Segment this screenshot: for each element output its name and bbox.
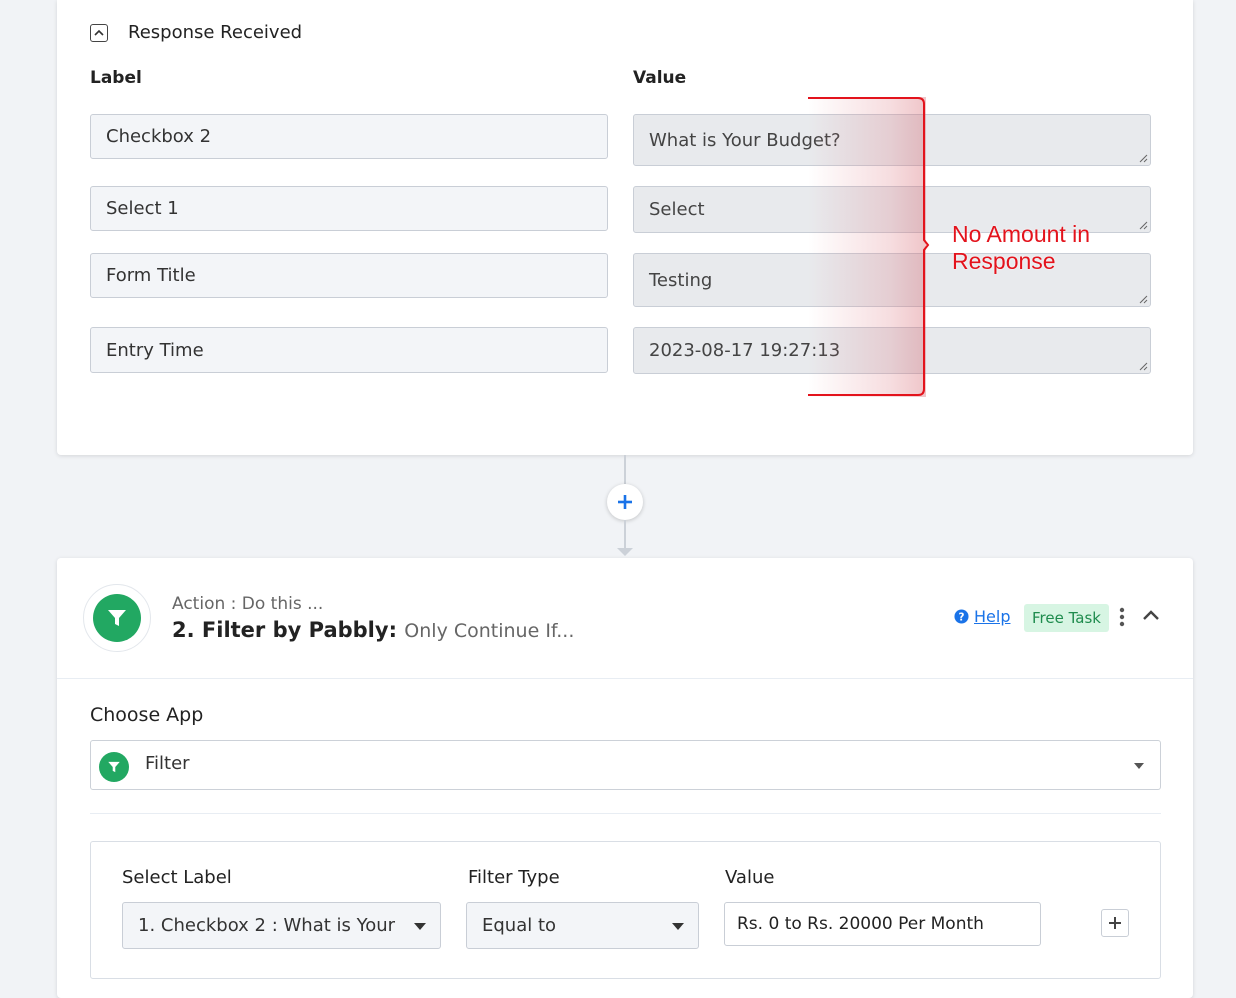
section-divider	[90, 813, 1161, 814]
action-title: 2. Filter by Pabbly: Only Continue If...	[172, 618, 574, 642]
app-icon	[83, 584, 151, 652]
annotation-line: Response	[952, 248, 1056, 274]
value-column-header: Value	[633, 68, 687, 88]
chevron-up-icon	[94, 29, 104, 36]
label-field[interactable]: Select 1	[90, 186, 608, 231]
svg-text:?: ?	[959, 611, 965, 623]
filter-type-header: Filter Type	[468, 867, 560, 888]
collapse-toggle[interactable]	[90, 23, 108, 42]
app-select-icon	[99, 752, 129, 782]
resize-grip-icon[interactable]	[1139, 221, 1148, 230]
response-title: Response Received	[128, 22, 303, 43]
filter-icon	[108, 610, 126, 626]
choose-app-select[interactable]: Filter	[90, 740, 1161, 790]
free-task-badge: Free Task	[1024, 604, 1109, 632]
more-options-icon[interactable]	[1117, 607, 1127, 627]
plus-icon	[1109, 917, 1121, 929]
filter-icon	[108, 761, 120, 773]
connector-line	[624, 455, 626, 484]
action-card: Action : Do this ... 2. Filter by Pabbly…	[57, 558, 1193, 998]
filter-type-value: Equal to	[482, 915, 557, 936]
label-column-header: Label	[90, 68, 142, 88]
action-title-main: 2. Filter by Pabbly:	[172, 618, 397, 642]
label-field[interactable]: Entry Time	[90, 327, 608, 373]
response-header: Response Received	[90, 22, 302, 43]
add-step-button[interactable]	[607, 484, 643, 520]
annotation-line: No Amount in	[952, 221, 1091, 247]
annotation-text: No Amount in Response	[952, 221, 1090, 275]
label-field[interactable]: Checkbox 2	[90, 114, 608, 159]
add-condition-button[interactable]	[1101, 909, 1129, 937]
action-subtitle: Action : Do this ...	[172, 594, 324, 614]
value-text: Select	[649, 199, 705, 220]
header-divider	[57, 678, 1193, 679]
select-label-header: Select Label	[122, 867, 232, 888]
plus-icon	[618, 495, 632, 509]
choose-app-label: Choose App	[90, 704, 204, 726]
dropdown-caret-icon	[1134, 763, 1144, 769]
help-icon: ?	[954, 609, 969, 624]
connector-arrow	[617, 548, 633, 556]
resize-grip-icon[interactable]	[1139, 362, 1148, 371]
help-label[interactable]: Help	[974, 607, 1010, 626]
dropdown-caret-icon	[414, 923, 426, 930]
resize-grip-icon[interactable]	[1139, 295, 1148, 304]
collapse-chevron-icon[interactable]	[1142, 609, 1160, 621]
value-header: Value	[725, 867, 775, 888]
filter-value-input[interactable]: Rs. 0 to Rs. 20000 Per Month	[724, 902, 1041, 946]
action-title-detail: Only Continue If...	[404, 620, 575, 642]
annotation-brace	[808, 97, 930, 396]
filter-type-dropdown[interactable]: Equal to	[466, 902, 699, 949]
help-link[interactable]: ? Help	[954, 607, 1010, 626]
dropdown-caret-icon	[672, 923, 684, 930]
select-label-dropdown[interactable]: 1. Checkbox 2 : What is Your Bud	[122, 902, 441, 949]
resize-grip-icon[interactable]	[1139, 154, 1148, 163]
connector-line	[624, 520, 626, 550]
value-text: Testing	[649, 269, 713, 291]
filter-condition-box: Select Label Filter Type Value 1. Checkb…	[90, 841, 1161, 979]
select-label-value: 1. Checkbox 2 : What is Your Bud	[138, 915, 400, 936]
app-select-value: Filter	[145, 753, 190, 774]
label-field[interactable]: Form Title	[90, 253, 608, 298]
